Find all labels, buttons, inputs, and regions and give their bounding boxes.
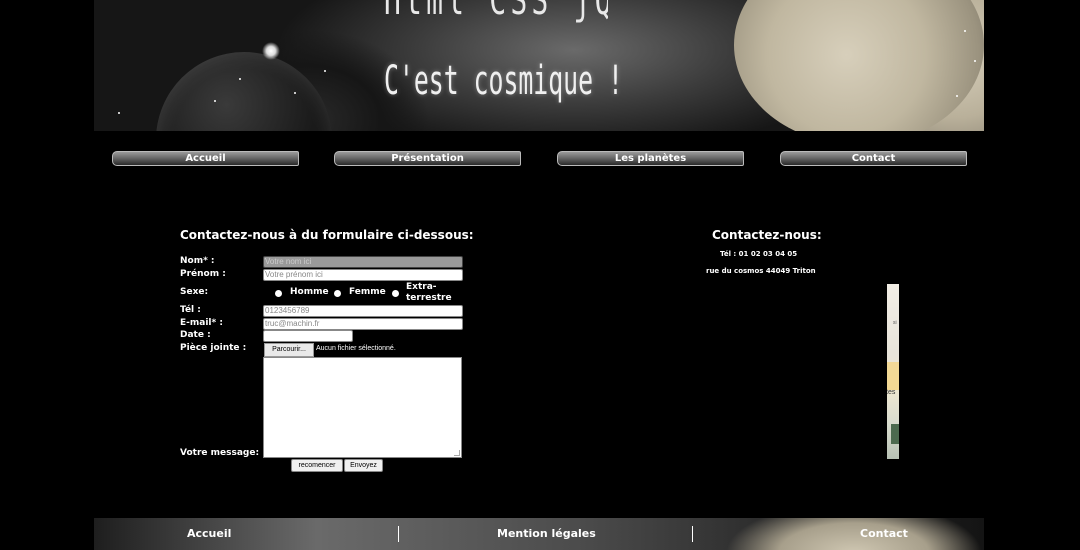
planet-image — [156, 52, 332, 131]
prenom-label: Prénom : — [180, 269, 226, 279]
file-status: Aucun fichier sélectionné. — [316, 345, 396, 352]
radio-femme[interactable] — [334, 290, 341, 297]
nom-input[interactable]: Votre nom ici — [263, 256, 463, 268]
page: Html CSS jQuery C'est cosmique ! Accueil… — [0, 0, 1080, 550]
date-label: Date : — [180, 330, 211, 340]
email-input[interactable]: truc@machin.fr — [263, 318, 463, 330]
piece-jointe-label: Pièce jointe : — [180, 343, 247, 353]
sexe-label: Sexe: — [180, 287, 209, 297]
star-flare-icon — [262, 42, 280, 60]
map-park — [891, 424, 899, 444]
footer-link-contact[interactable]: Contact — [860, 527, 908, 540]
nav-item-planetes[interactable]: Les planètes — [557, 151, 744, 166]
message-textarea[interactable] — [263, 357, 462, 458]
contact-title: Contactez-nous: — [712, 228, 822, 242]
header-banner: Html CSS jQuery C'est cosmique ! — [94, 0, 984, 131]
resize-grip-icon[interactable] — [454, 450, 460, 456]
nav-item-presentation[interactable]: Présentation — [334, 151, 521, 166]
contact-phone: Tél : 01 02 03 04 05 — [720, 250, 798, 258]
contact-address: rue du cosmos 44049 Triton — [706, 267, 816, 275]
radio-homme-label: Homme — [290, 287, 329, 297]
star-dot — [964, 30, 966, 32]
email-label: E-mail* : — [180, 318, 223, 328]
star-dot — [214, 100, 216, 102]
radio-extraterrestre[interactable] — [392, 290, 399, 297]
file-browse-button[interactable]: Parcourir... — [264, 343, 314, 357]
radio-homme[interactable] — [275, 290, 282, 297]
message-label: Votre message: — [180, 448, 260, 458]
map-embed[interactable]: si tes — [887, 284, 899, 459]
star-dot — [974, 60, 976, 62]
nav-item-accueil[interactable]: Accueil — [112, 151, 299, 166]
star-dot — [324, 70, 326, 72]
radio-extraterrestre-label: Extra-terrestre — [406, 282, 452, 303]
prenom-input[interactable]: Votre prénom ici — [263, 269, 463, 281]
footer: Accueil Mention légales Contact — [94, 518, 984, 550]
submit-button[interactable]: Envoyez — [344, 459, 383, 472]
nom-label: Nom* : — [180, 256, 215, 266]
map-road — [887, 362, 899, 390]
moon-image — [734, 0, 984, 131]
footer-link-accueil[interactable]: Accueil — [187, 527, 231, 540]
tel-label: Tél : — [180, 305, 201, 315]
radio-femme-label: Femme — [349, 287, 386, 297]
map-label-small: si — [893, 320, 897, 326]
main-nav: Accueil Présentation Les planètes Contac… — [0, 151, 1080, 167]
star-dot — [956, 95, 958, 97]
reset-button[interactable]: recomencer — [291, 459, 343, 472]
star-dot — [239, 78, 241, 80]
footer-divider — [398, 526, 399, 542]
nav-item-contact[interactable]: Contact — [780, 151, 967, 166]
footer-divider — [692, 526, 693, 542]
star-dot — [294, 92, 296, 94]
map-label: tes — [887, 389, 896, 396]
star-dot — [118, 112, 120, 114]
date-input[interactable] — [263, 330, 353, 342]
tel-input[interactable]: 0123456789 — [263, 305, 463, 317]
banner-title-line2: C'est cosmique ! — [384, 58, 623, 104]
form-title: Contactez-nous à du formulaire ci-dessou… — [180, 228, 474, 242]
banner-title-line1: Html CSS jQuery — [384, 0, 608, 24]
footer-link-mentions[interactable]: Mention légales — [497, 527, 596, 540]
